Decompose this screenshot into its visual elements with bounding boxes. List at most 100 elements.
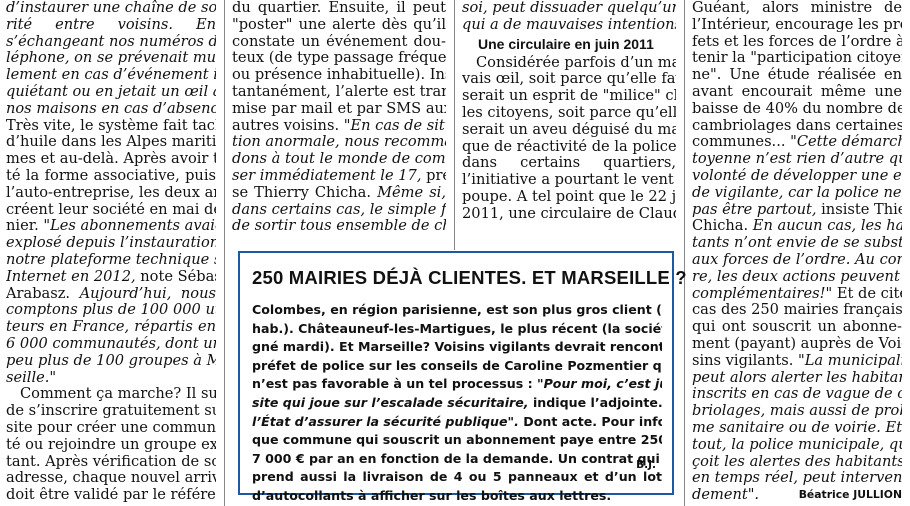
text-run: nier. " [6,218,51,235]
text-line: se Thierry Chicha. Même si, [232,185,446,202]
text-line: comptons plus de 100 000 utilisa- [6,302,216,319]
text-run: 7 000 € par an en fonction de la demande… [252,450,662,466]
text-line: gné mardi). Et Marseille? Voisins vigila… [252,338,662,357]
text-line: l’initiative a pourtant le vent en [462,172,676,189]
text-run: Chicha. [692,218,753,235]
text-run: ou présence inhabituelle). Ins- [232,67,446,84]
text-line: de s’inscrire gratuitement sur le [6,403,216,420]
text-run: d’instaurer une chaîne de solida- [6,0,216,16]
text-run: en temps réel, peut intervenir rapi- [692,470,902,487]
sidebar-box: 250 MAIRIES DÉJÀ CLIENTES. ET MARSEILLE … [238,251,687,503]
text-line: en temps réel, peut intervenir rapi- [692,470,902,487]
text-run: de vigilante, car la police ne peut [692,184,902,201]
text-line: d’huile dans les Alpes mariti- [6,134,216,151]
text-line: qui a de mauvaises intentions." [462,17,676,34]
text-line: explosé depuis l’instauration de [6,235,216,252]
text-run: teux (de type passage fréquent [232,50,446,67]
text-run: préfet de police sur les conseils de Car… [252,357,662,373]
text-run: aux forces de l’ordre. Au contrai- [692,251,902,268]
text-run: baisse de 40% du nombre de [692,100,902,117]
text-line: Internet en 2012, note Sébastien [6,269,216,286]
text-line: Comment ça marche? Il suffit [6,386,216,403]
text-run: peut alors alerter les habitants [692,369,902,386]
text-run: Dont acte. Pour info, cha- [523,413,662,429]
text-run: Colombes, en région parisienne, est son … [252,302,662,317]
text-run: serait un aveu déguisé du man- [462,121,676,138]
text-run: inscrits en cas de vague de cam- [692,386,902,403]
text-run: serait un esprit de "milice" chez [462,88,676,105]
text-line: ne". Une étude réalisée en [692,67,902,84]
text-run: les citoyens, soit parce qu’elle [462,104,676,121]
text-line: de vigilante, car la police ne peut [692,185,902,202]
text-line: baisse de 40% du nombre de [692,101,902,118]
text-run: tout, la police municipale, qui re- [692,436,902,453]
article-column-1: d’instaurer une chaîne de solida-rité en… [6,0,216,504]
text-run: dement". [692,487,760,504]
text-line: notre plateforme technique sur [6,252,216,269]
text-run: de sortir tous ensemble de chez [232,218,446,235]
text-line: çoit les alertes des habitants [692,454,902,471]
text-run: re, les deux actions peuvent être [692,268,902,285]
text-run: Arabasz. [6,285,80,302]
text-run: Même si, [377,184,446,201]
text-run: Internet en 2012, [6,268,136,285]
text-line: n’est pas favorable à un tel processus :… [252,375,662,394]
text-line: prend aussi la livraison de 4 ou 5 panne… [252,468,662,487]
text-run: constate un événement dou- [232,33,446,50]
text-line: Chicha. En aucun cas, les habi- [692,218,902,235]
text-line: doit être validé par le référent [6,487,216,504]
text-line: quiétant ou en jetait un œil à [6,84,216,101]
text-run: rité entre voisins. En [6,16,216,33]
text-line: peu plus de 100 groupes à Mar- [6,353,216,370]
text-run: s’échangeant nos numéros de té- [6,33,216,50]
text-run: tantanément, l’alerte est trans- [232,83,446,100]
text-run: autres voisins. " [232,117,351,134]
text-line: site pour créer une communau- [6,420,216,437]
text-run: que de réactivité de la police [462,138,676,155]
text-run: En cas de situa- [350,117,446,134]
text-run: Aujourd’hui, nous [79,285,216,302]
text-run: tenir la "participation citoyen- [692,50,902,67]
text-line: dans certains quartiers, [462,155,676,172]
text-run: sins vigilants. " [692,352,805,369]
text-run: l’auto-entreprise, les deux amis [6,184,216,201]
text-line: 6 000 communautés, dont un [6,336,216,353]
article-column-2: du quartier. Ensuite, il peut "poster" un… [232,0,446,235]
text-run: notre plateforme technique sur [6,251,216,268]
text-run: communes... " [692,134,797,151]
text-line: 7 000 € par an en fonction de la demande… [252,450,662,469]
text-line: nos maisons en cas d’absence." [6,101,216,118]
text-line: serait un esprit de "milice" chez [462,88,676,105]
text-run: complémentaires!" [692,285,833,302]
text-run: té la forme associative, puis [6,167,216,184]
text-line: Colombes, en région parisienne, est son … [252,301,662,320]
text-run: En aucun cas, les habi- [752,218,902,235]
text-line: me sanitaire ou de voirie. Et, sur- [692,420,902,437]
text-line: volonté de développer une entrai- [692,168,902,185]
text-line: re, les deux actions peuvent être [692,269,902,286]
text-run: pas être partout, [692,201,817,218]
text-run: que commune qui souscrit un abonnement p… [252,432,662,448]
text-line: du quartier. Ensuite, il peut [232,0,446,17]
text-line: Guéant, alors ministre de [692,0,902,17]
text-run: Les abonnements avaient [50,218,216,235]
text-run: note Sébastien [140,268,216,285]
text-run: site qui joue sur l’escalade sécuritaire… [252,394,529,410]
text-run: Cette démarche ci- [796,134,902,151]
text-line: pas être partout, insiste Thierry [692,202,902,219]
text-run: çoit les alertes des habitants [692,453,902,470]
text-line: soi, peut dissuader quelqu’un [462,0,676,17]
text-line: tantanément, l’alerte est trans- [232,84,446,101]
text-line: sins vigilants. "La municipalité [692,353,902,370]
text-run: ment (payant) auprès de Voi- [692,335,902,352]
text-line: fets et les forces de l’ordre à sou- [692,34,902,51]
text-run: poupe. À tel point que le 22 juin [462,188,676,205]
text-line: dement". Béatrice JULLION [692,487,902,504]
text-run: tion anormale, nous recomman- [232,134,446,151]
article-column-4: Guéant, alors ministre de l’Intérieur, en… [692,0,902,504]
text-run: préci- [426,167,446,184]
text-line: léphone, on se prévenait mutuel- [6,50,216,67]
text-line: Arabasz. Aujourd’hui, nous [6,286,216,303]
text-line: l’Intérieur, encourage les pré- [692,17,902,34]
text-run: doit être validé par le référent [6,487,216,504]
